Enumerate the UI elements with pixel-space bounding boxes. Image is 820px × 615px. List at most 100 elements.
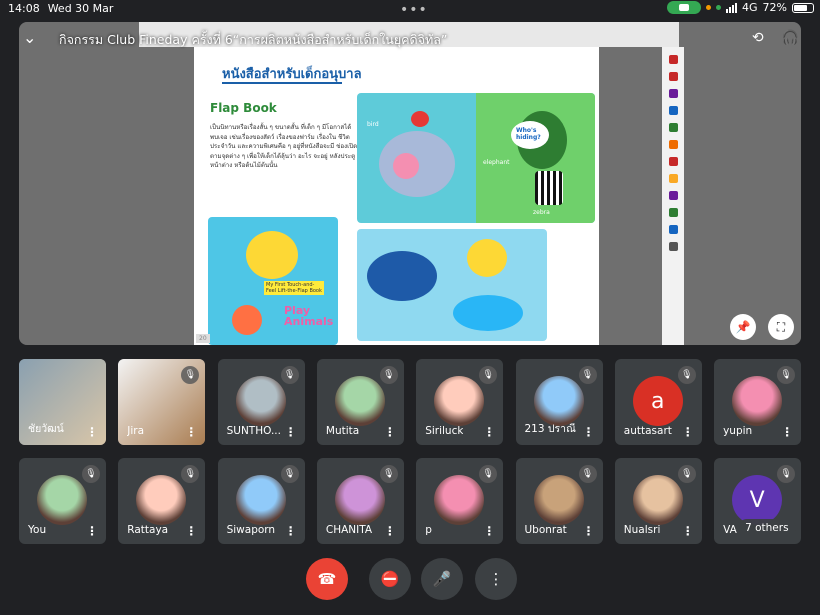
others-count-badge[interactable]: 7 others (738, 519, 796, 537)
participant-name: Mutita (325, 425, 360, 437)
fullscreen-button[interactable]: ⛶ (768, 314, 794, 340)
pdf-tool-icon (668, 157, 678, 166)
participant-tile[interactable]: ชัยวัฒน์ ⋮ (19, 359, 106, 445)
more-vertical-icon[interactable]: ⋮ (583, 426, 595, 438)
participant-name: 213 ปราณี (524, 423, 576, 435)
mic-toggle-button[interactable]: 🎤 (421, 558, 463, 600)
participant-avatar (732, 376, 783, 426)
chevron-down-icon[interactable]: ⌄ (23, 28, 36, 47)
shared-screen: หนังสือสำหรับเด็กอนุบาล Flap Book เป็นนิ… (19, 22, 801, 345)
octopus-shape (246, 231, 298, 279)
slide-section-title: Flap Book (210, 101, 277, 115)
participant-avatar-letter: a (632, 376, 683, 426)
more-vertical-icon[interactable]: ⋮ (682, 426, 694, 438)
more-vertical-icon[interactable]: ⋮ (285, 525, 297, 537)
more-vertical-icon[interactable]: ⋮ (86, 525, 98, 537)
participant-name: VA (723, 524, 737, 536)
elephant-ear (393, 153, 419, 179)
bird-shape (411, 111, 429, 127)
pin-icon: 📌 (735, 320, 751, 334)
participant-avatar (434, 376, 485, 426)
headphones-icon[interactable]: 🎧 (782, 30, 799, 46)
mic-off-icon: 🎙 (379, 465, 398, 483)
participant-tile[interactable]: 🎙 Rattaya ⋮ (118, 458, 206, 544)
participant-name: Ubonrat (524, 524, 567, 536)
more-vertical-icon[interactable]: ⋮ (384, 525, 396, 537)
whale-shape (367, 251, 437, 301)
presentation-stage[interactable]: หนังสือสำหรับเด็กอนุบาล Flap Book เป็นนิ… (19, 22, 801, 345)
participant-tile[interactable]: 🎙 Siriluck ⋮ (416, 359, 504, 445)
participant-name: p (425, 524, 432, 536)
participant-tile[interactable]: 🎙 Nualsri ⋮ (614, 458, 702, 544)
mic-off-icon: 🎙 (379, 366, 398, 384)
more-vertical-icon[interactable]: ⋮ (483, 426, 495, 438)
mic-off-icon: 🎙 (777, 366, 796, 384)
more-vertical-icon[interactable]: ⋮ (185, 525, 197, 537)
status-bar: 14:08 Wed 30 Mar ••• 4G 72% (0, 0, 820, 18)
more-vertical-icon[interactable]: ⋮ (384, 426, 396, 438)
participant-tile[interactable]: 🎙 213 ปราณี ⋮ (515, 359, 603, 445)
participant-tile[interactable]: 🎙 p ⋮ (416, 458, 504, 544)
participant-tile[interactable]: 🎙 Ubonrat ⋮ (515, 458, 603, 544)
battery-icon (792, 2, 814, 13)
mic-off-icon: 🎤 (432, 570, 452, 588)
participant-name: yupin (723, 425, 753, 437)
pin-button[interactable]: 📌 (730, 314, 756, 340)
camera-toggle-button[interactable]: ⛔ (369, 558, 411, 600)
participant-name: Rattaya (127, 524, 169, 536)
participant-tile[interactable]: 🎙 Siwaporn ⋮ (217, 458, 305, 544)
pdf-tool-icon (668, 174, 678, 183)
zebra-label: zebra (533, 209, 550, 216)
flap-book-image-ocean (357, 229, 547, 341)
participant-name: You (28, 524, 47, 536)
more-vertical-icon[interactable]: ⋮ (86, 426, 98, 438)
more-vertical-icon[interactable]: ⋮ (185, 426, 197, 438)
participant-tile[interactable]: 🎙 Jira ⋮ (118, 359, 206, 445)
pdf-tool-icon (668, 55, 678, 64)
more-vertical-icon[interactable]: ⋮ (583, 525, 595, 537)
flap-book-cover-octopus: My First Touch-and-Feel Lift-the-Flap Bo… (208, 217, 338, 345)
participant-name: CHANITA (325, 524, 373, 536)
mic-off-icon: 🎙 (280, 366, 299, 384)
participant-name: Nualsri (623, 524, 661, 536)
multitask-dots-icon[interactable]: ••• (400, 2, 428, 18)
more-vertical-icon[interactable]: ⋮ (483, 525, 495, 537)
participant-tile[interactable]: 🎙 yupin ⋮ (714, 359, 802, 445)
more-vertical-icon[interactable]: ⋮ (285, 426, 297, 438)
participant-avatar (136, 475, 187, 525)
battery-fill (794, 4, 807, 11)
cover-subtitle: My First Touch-and-Feel Lift-the-Flap Bo… (264, 281, 324, 295)
pdf-tool-icon (668, 140, 678, 149)
end-call-button[interactable]: ☎ (306, 558, 348, 600)
camera-off-icon: ⛔ (380, 570, 400, 588)
participant-name: Jira (127, 425, 145, 437)
participant-tile[interactable]: V 🎙 VA 7 others (714, 458, 802, 544)
pdf-tool-icon (668, 225, 678, 234)
more-vertical-icon[interactable]: ⋮ (781, 426, 793, 438)
end-call-icon: ☎ (317, 570, 337, 588)
participant-tile[interactable]: 🎙 CHANITA ⋮ (316, 458, 404, 544)
participant-tile[interactable]: 🎙 You ⋮ (19, 458, 106, 544)
mic-off-icon: 🎙 (578, 465, 597, 483)
participant-tile[interactable]: a 🎙 auttasart ⋮ (614, 359, 702, 445)
camera-switch-icon[interactable]: ⟲ (752, 30, 764, 46)
participant-tile[interactable]: 🎙 Mutita ⋮ (316, 359, 404, 445)
participant-tile[interactable]: 🎙 SUNTHO... ⋮ (217, 359, 305, 445)
more-vertical-icon: ⋮ (488, 570, 504, 588)
more-vertical-icon[interactable]: ⋮ (682, 525, 694, 537)
more-options-button[interactable]: ⋮ (475, 558, 517, 600)
mic-off-icon: 🎙 (181, 465, 200, 483)
presentation-page: หนังสือสำหรับเด็กอนุบาล Flap Book เป็นนิ… (194, 47, 599, 345)
slide-body-text: เป็นนิทานหรือเรื่องสั้น ๆ ขนาดสั้น ที่เด… (210, 124, 358, 169)
camera-indicator-icon (716, 5, 722, 10)
stage-header: ⌄ กิจกรรม Club Fineday ครั้งที่ 6“การผลิ… (19, 22, 801, 52)
participant-avatar (533, 475, 584, 525)
participant-avatar-letter: V (732, 475, 783, 525)
participant-name: Siwaporn (226, 524, 276, 536)
pdf-tool-icon (668, 89, 678, 98)
heading-underline (222, 82, 342, 84)
camera-in-use-icon (667, 1, 702, 14)
page-number: 20 (196, 334, 210, 343)
slide-heading: หนังสือสำหรับเด็กอนุบาล (222, 67, 362, 82)
participant-avatar (235, 475, 286, 525)
